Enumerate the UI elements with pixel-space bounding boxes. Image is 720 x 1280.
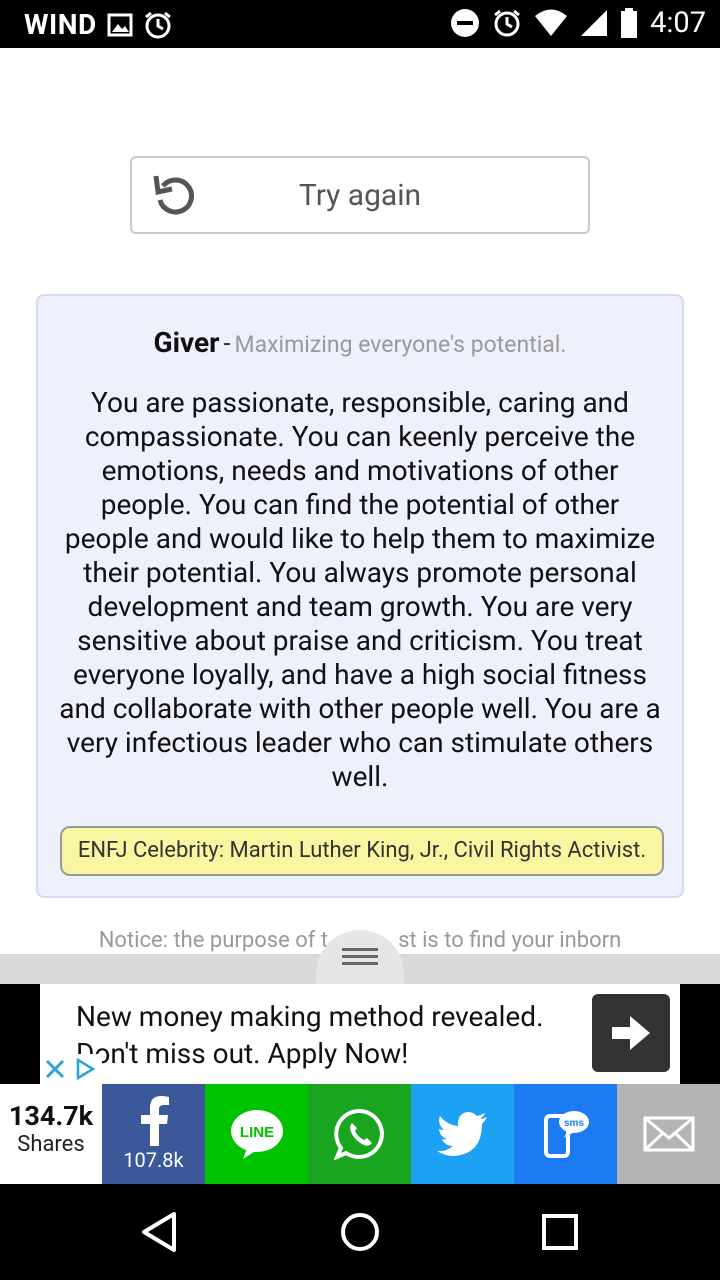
image-icon [107, 13, 133, 37]
facebook-share-count: 107.8k [123, 1148, 184, 1172]
whatsapp-icon [333, 1108, 384, 1160]
do-not-disturb-icon [450, 8, 480, 38]
share-bar: 134.7k Shares 107.8k LINE sms [0, 1084, 720, 1184]
share-count: 134.7k Shares [0, 1084, 102, 1184]
ad-text: New money making method revealed. Don't … [76, 1000, 544, 1070]
svg-text:LINE: LINE [239, 1124, 273, 1141]
system-nav-bar [0, 1184, 720, 1280]
home-icon[interactable] [336, 1208, 384, 1256]
result-card: Giver - Maximizing everyone's potential.… [36, 294, 684, 898]
try-again-label: Try again [298, 178, 422, 213]
try-again-button[interactable]: Try again [130, 156, 590, 234]
wifi-icon [534, 9, 568, 37]
line-icon: LINE [230, 1110, 283, 1159]
notice-text-end: st is to find your inborn [398, 928, 622, 953]
signal-icon [580, 9, 608, 37]
celebrity-badge: ENFJ Celebrity: Martin Luther King, Jr.,… [60, 826, 664, 876]
twitter-icon [436, 1112, 487, 1156]
share-total: 134.7k [8, 1100, 94, 1132]
clock: 4:07 [650, 6, 706, 40]
facebook-share-button[interactable]: 107.8k [102, 1084, 205, 1184]
ad-controls [40, 1054, 102, 1084]
twitter-share-button[interactable] [411, 1084, 514, 1184]
status-bar: WIND 4:07 [0, 0, 720, 48]
notice-text-start: Notice: the purpose of t [98, 928, 329, 953]
alarm-icon [143, 10, 173, 40]
recents-icon[interactable] [536, 1208, 584, 1256]
personality-tagline: Maximizing everyone's potential. [234, 331, 567, 358]
email-share-button[interactable] [617, 1084, 720, 1184]
alarm-icon [492, 8, 522, 38]
personality-description: You are passionate, responsible, caring … [59, 386, 661, 793]
title-separator: - [223, 329, 231, 359]
back-icon[interactable] [136, 1208, 184, 1256]
email-icon [643, 1116, 694, 1152]
sms-icon: sms [543, 1111, 589, 1158]
menu-lines-icon [342, 948, 378, 969]
carrier-label: WIND [24, 8, 97, 41]
sms-share-button[interactable]: sms [514, 1084, 617, 1184]
facebook-icon [140, 1096, 169, 1146]
ad-banner[interactable]: New money making method revealed. Don't … [0, 984, 720, 1084]
ad-arrow-button[interactable] [592, 994, 670, 1072]
close-icon[interactable] [40, 1054, 70, 1084]
arrow-right-icon [612, 1016, 650, 1050]
personality-type: Giver [153, 326, 220, 359]
share-total-label: Shares [17, 1132, 85, 1157]
svg-text:sms: sms [563, 1118, 583, 1129]
result-title: Giver - Maximizing everyone's potential. [38, 326, 682, 359]
ad-content[interactable]: New money making method revealed. Don't … [40, 984, 680, 1084]
battery-icon [620, 8, 638, 38]
whatsapp-share-button[interactable] [308, 1084, 411, 1184]
adchoices-icon[interactable] [70, 1054, 100, 1084]
line-share-button[interactable]: LINE [205, 1084, 308, 1184]
